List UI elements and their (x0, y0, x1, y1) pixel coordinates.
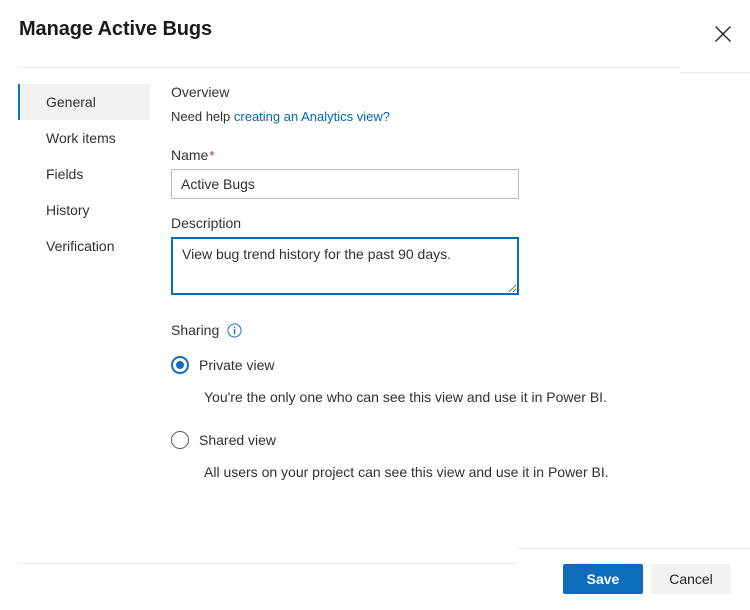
sidebar-item-fields[interactable]: Fields (18, 156, 150, 192)
description-textarea[interactable] (171, 237, 519, 295)
radio-selected-icon (171, 356, 189, 374)
sharing-section: Sharing Private view You're the only one… (171, 322, 731, 480)
dialog-footer: Save Cancel (563, 564, 731, 594)
sidebar-item-label: Fields (46, 166, 84, 182)
sidebar-item-label: History (46, 202, 90, 218)
shared-view-radio[interactable]: Shared view (171, 431, 731, 449)
name-input[interactable] (171, 169, 519, 199)
private-view-description: You're the only one who can see this vie… (204, 389, 607, 405)
sidebar-item-work-items[interactable]: Work items (18, 120, 150, 156)
header-divider-right (680, 72, 750, 73)
private-view-radio[interactable]: Private view (171, 356, 731, 374)
private-view-label: Private view (199, 357, 275, 373)
dialog-header: Manage Active Bugs (0, 0, 750, 68)
sidebar-item-general[interactable]: General (18, 84, 150, 120)
save-button[interactable]: Save (563, 564, 643, 594)
sidebar-item-label: Work items (46, 130, 116, 146)
sharing-option-private: Private view You're the only one who can… (171, 356, 731, 405)
overview-heading: Overview (171, 84, 230, 100)
sidebar-item-verification[interactable]: Verification (18, 228, 150, 264)
sharing-label: Sharing (171, 322, 220, 338)
shared-view-description: All users on your project can see this v… (204, 464, 609, 480)
dialog-content: Overview Need help creating an Analytics… (171, 84, 731, 480)
help-text: Need help creating an Analytics view? (171, 109, 731, 124)
shared-view-label: Shared view (199, 432, 277, 448)
help-text-prefix: Need help (171, 109, 234, 124)
sharing-option-shared: Shared view All users on your project ca… (171, 431, 731, 480)
cancel-button[interactable]: Cancel (651, 564, 731, 594)
footer-divider-right (517, 548, 750, 549)
page-title: Manage Active Bugs (19, 18, 213, 40)
sidebar-item-label: General (46, 94, 96, 110)
footer-divider-left (18, 563, 517, 564)
info-circle-icon[interactable] (227, 322, 242, 338)
manage-view-dialog: Manage Active Bugs General Work items Fi… (0, 0, 750, 610)
name-label-text: Name (171, 147, 209, 163)
close-button[interactable] (705, 16, 741, 52)
sidebar-item-label: Verification (46, 238, 115, 254)
create-analytics-view-link[interactable]: creating an Analytics view? (234, 109, 390, 124)
description-field-block: Description (171, 215, 731, 295)
header-divider-left (18, 67, 680, 68)
name-field-label: Name* (171, 147, 731, 163)
sidebar-item-history[interactable]: History (18, 192, 150, 228)
radio-unselected-icon (171, 431, 189, 449)
dialog-sidebar: General Work items Fields History Verifi… (18, 84, 150, 264)
required-indicator: * (209, 148, 215, 163)
name-field-block: Name* (171, 147, 731, 199)
description-field-label: Description (171, 215, 242, 231)
sharing-header: Sharing (171, 322, 731, 338)
close-icon (714, 25, 732, 43)
